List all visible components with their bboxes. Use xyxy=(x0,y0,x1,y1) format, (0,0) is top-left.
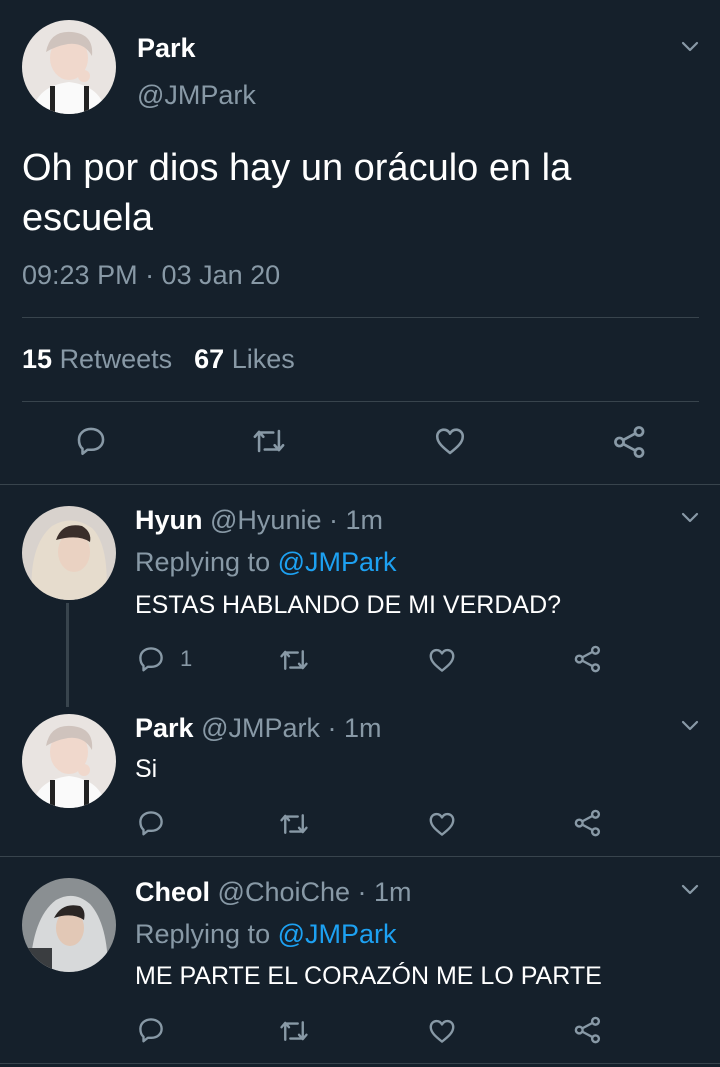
chevron-down-icon[interactable] xyxy=(680,508,700,528)
tweet-stats: 15 Retweets 67 Likes xyxy=(22,344,295,375)
main-tweet: Park @JMPark Oh por dios hay un oráculo … xyxy=(0,0,720,485)
share-icon xyxy=(614,426,645,458)
share-icon xyxy=(574,645,601,673)
like-button[interactable] xyxy=(427,1016,457,1046)
chevron-down-icon[interactable] xyxy=(680,37,700,57)
like-button[interactable] xyxy=(427,645,457,675)
share-button[interactable] xyxy=(573,808,603,838)
reply-header: Cheol @ChoiChe · 1m xyxy=(135,877,412,908)
like-icon xyxy=(429,1019,455,1043)
like-icon xyxy=(435,428,465,455)
author-handle[interactable]: @Hyunie xyxy=(210,505,321,535)
retweets-count[interactable]: 15 xyxy=(22,344,52,374)
author-handle[interactable]: @JMPark xyxy=(201,713,320,743)
share-button[interactable] xyxy=(573,644,603,674)
author-handle[interactable]: @ChoiChe xyxy=(218,877,350,907)
avatar[interactable] xyxy=(22,506,116,600)
reply-count: 1 xyxy=(180,646,193,671)
replying-to: Replying to @JMPark xyxy=(135,547,397,578)
retweet-icon xyxy=(253,429,285,453)
retweet-button[interactable] xyxy=(277,645,311,675)
divider xyxy=(0,856,720,857)
likes-label[interactable]: Likes xyxy=(232,344,295,374)
reply-time: · 1m xyxy=(357,877,412,907)
reply-icon xyxy=(139,811,163,836)
author-handle[interactable]: @JMPark xyxy=(137,80,256,111)
replying-link[interactable]: @JMPark xyxy=(278,547,397,577)
like-icon xyxy=(429,648,455,672)
chevron-down-icon[interactable] xyxy=(680,880,700,900)
reply-button[interactable] xyxy=(136,808,166,838)
likes-count[interactable]: 67 xyxy=(194,344,224,374)
retweet-button[interactable] xyxy=(277,1016,311,1046)
thread-line xyxy=(66,603,69,707)
retweet-icon xyxy=(280,814,308,834)
divider xyxy=(0,1063,720,1064)
reply-header: Hyun @Hyunie · 1m xyxy=(135,505,383,536)
reply-text: Si xyxy=(135,755,158,783)
reply-icon xyxy=(139,1018,163,1043)
share-icon xyxy=(574,809,601,837)
reply-button[interactable] xyxy=(74,424,108,458)
reply-button[interactable]: 1 xyxy=(136,644,192,674)
avatar[interactable] xyxy=(22,878,116,972)
avatar[interactable] xyxy=(22,714,116,808)
reply-text: ESTAS HABLANDO DE MI VERDAD? xyxy=(135,591,562,619)
retweets-label[interactable]: Retweets xyxy=(60,344,173,374)
tweet-timestamp: 09:23 PM · 03 Jan 20 xyxy=(22,260,281,290)
replying-prefix: Replying to xyxy=(135,547,271,577)
author-name[interactable]: Hyun xyxy=(135,505,203,535)
retweet-icon xyxy=(280,650,308,670)
divider xyxy=(22,317,699,318)
reply-time: · 1m xyxy=(329,505,383,535)
reply-time: · 1m xyxy=(327,713,382,743)
author-name[interactable]: Cheol xyxy=(135,877,210,907)
reply-icon xyxy=(77,427,105,456)
like-icon xyxy=(429,812,455,836)
share-icon xyxy=(574,1016,601,1044)
reply-icon xyxy=(139,647,163,672)
replying-prefix: Replying to xyxy=(135,919,271,949)
share-button[interactable] xyxy=(612,424,648,460)
reply-text: ME PARTE EL CORAZÓN ME LO PARTE xyxy=(135,962,602,990)
retweet-button[interactable] xyxy=(277,809,311,839)
retweet-button[interactable] xyxy=(250,424,288,458)
reply-header: Park @JMPark · 1m xyxy=(135,713,382,744)
avatar[interactable] xyxy=(22,20,116,114)
reply-button[interactable] xyxy=(136,1015,166,1045)
replying-link[interactable]: @JMPark xyxy=(278,919,397,949)
like-button[interactable] xyxy=(432,424,468,458)
share-button[interactable] xyxy=(573,1015,603,1045)
like-button[interactable] xyxy=(427,809,457,839)
chevron-down-icon[interactable] xyxy=(680,716,700,736)
retweet-icon xyxy=(280,1021,308,1041)
divider xyxy=(22,401,699,402)
author-name[interactable]: Park xyxy=(137,33,196,64)
replying-to: Replying to @JMPark xyxy=(135,919,397,950)
author-name[interactable]: Park xyxy=(135,713,194,743)
tweet-text: Oh por dios hay un oráculo en la escuela xyxy=(22,147,572,239)
